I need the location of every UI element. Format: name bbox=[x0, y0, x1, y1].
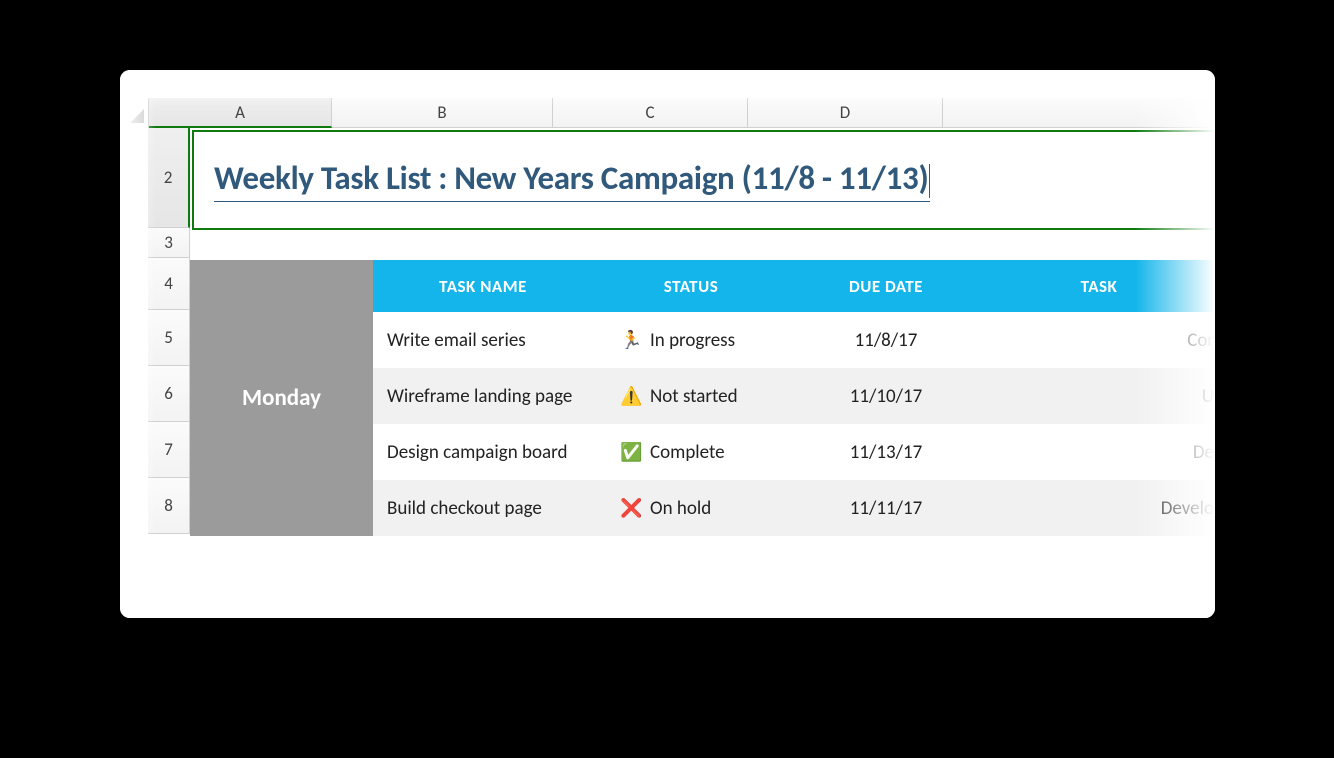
due-date-cell[interactable]: 11/10/17 bbox=[789, 368, 984, 424]
task-name-cell[interactable]: Design campaign board bbox=[373, 424, 594, 480]
day-label-cell[interactable]: Monday bbox=[190, 260, 373, 536]
page-title: Weekly Task List : New Years Campaign (1… bbox=[214, 158, 930, 202]
status-text: Not started bbox=[650, 385, 738, 408]
header-due-date[interactable]: DUE DATE bbox=[789, 260, 984, 312]
column-header-extra[interactable] bbox=[943, 98, 1215, 128]
table-row[interactable]: Design campaign board ✅ Complete 11/13/17De bbox=[373, 424, 1215, 480]
header-task-name[interactable]: TASK NAME bbox=[373, 260, 594, 312]
task-name-cell[interactable]: Wireframe landing page bbox=[373, 368, 594, 424]
status-cell[interactable]: ❌ On hold bbox=[594, 480, 789, 536]
extra-cell[interactable]: U bbox=[984, 368, 1215, 424]
table-row[interactable]: Wireframe landing page ⚠️ Not started 11/10… bbox=[373, 368, 1215, 424]
select-all-corner[interactable] bbox=[148, 98, 149, 128]
day-label: Monday bbox=[242, 384, 321, 412]
table-row[interactable]: Build checkout page ❌ On hold 11/11/17Devel… bbox=[373, 480, 1215, 536]
row-header-2[interactable]: 2 bbox=[148, 128, 190, 228]
status-text: Complete bbox=[650, 441, 725, 464]
row-header-4[interactable]: 4 bbox=[148, 258, 190, 310]
column-header-D[interactable]: D bbox=[748, 98, 943, 128]
header-extra[interactable]: TASK bbox=[984, 260, 1215, 312]
row-header-7[interactable]: 7 bbox=[148, 422, 190, 478]
table-header-row: TASK NAME STATUS DUE DATE TASK bbox=[373, 260, 1215, 312]
empty-row-3[interactable] bbox=[190, 230, 1215, 260]
status-text: In progress bbox=[650, 329, 735, 352]
status-icon: ⚠️ bbox=[620, 385, 642, 407]
status-cell[interactable]: ⚠️ Not started bbox=[594, 368, 789, 424]
task-name-cell[interactable]: Build checkout page bbox=[373, 480, 594, 536]
column-header-C[interactable]: C bbox=[553, 98, 748, 128]
column-header-B[interactable]: B bbox=[332, 98, 553, 128]
status-icon: ✅ bbox=[620, 441, 642, 463]
active-cell-a2[interactable]: Weekly Task List : New Years Campaign (1… bbox=[192, 130, 1215, 230]
extra-cell[interactable]: Cor bbox=[984, 312, 1215, 368]
row-header-5[interactable]: 5 bbox=[148, 310, 190, 366]
row-header-column: 2345678 bbox=[148, 128, 190, 536]
row-header-6[interactable]: 6 bbox=[148, 366, 190, 422]
row-header-8[interactable]: 8 bbox=[148, 478, 190, 534]
extra-cell[interactable]: Develo bbox=[984, 480, 1215, 536]
task-table: Monday TASK NAME STATUS DUE DATE TASK Wr… bbox=[190, 260, 1215, 536]
sheet-body: 2345678 Weekly Task List : New Years Cam… bbox=[148, 128, 1215, 536]
due-date-cell[interactable]: 11/11/17 bbox=[789, 480, 984, 536]
status-cell[interactable]: 🏃 In progress bbox=[594, 312, 789, 368]
spreadsheet-viewport: ABCD 2345678 Weekly Task List : New Year… bbox=[148, 98, 1215, 618]
task-name-cell[interactable]: Write email series bbox=[373, 312, 594, 368]
status-icon: 🏃 bbox=[620, 329, 642, 351]
due-date-cell[interactable]: 11/8/17 bbox=[789, 312, 984, 368]
grid-area: Weekly Task List : New Years Campaign (1… bbox=[190, 128, 1215, 536]
status-icon: ❌ bbox=[620, 497, 642, 519]
status-text: On hold bbox=[650, 497, 711, 520]
column-header-A[interactable]: A bbox=[149, 98, 332, 128]
column-header-row: ABCD bbox=[148, 98, 1215, 128]
row-header-3[interactable]: 3 bbox=[148, 228, 190, 258]
due-date-cell[interactable]: 11/13/17 bbox=[789, 424, 984, 480]
status-cell[interactable]: ✅ Complete bbox=[594, 424, 789, 480]
table-row[interactable]: Write email series 🏃 In progress 11/8/17Cor bbox=[373, 312, 1215, 368]
extra-cell[interactable]: De bbox=[984, 424, 1215, 480]
spreadsheet-card: ABCD 2345678 Weekly Task List : New Year… bbox=[120, 70, 1215, 618]
header-status[interactable]: STATUS bbox=[594, 260, 789, 312]
